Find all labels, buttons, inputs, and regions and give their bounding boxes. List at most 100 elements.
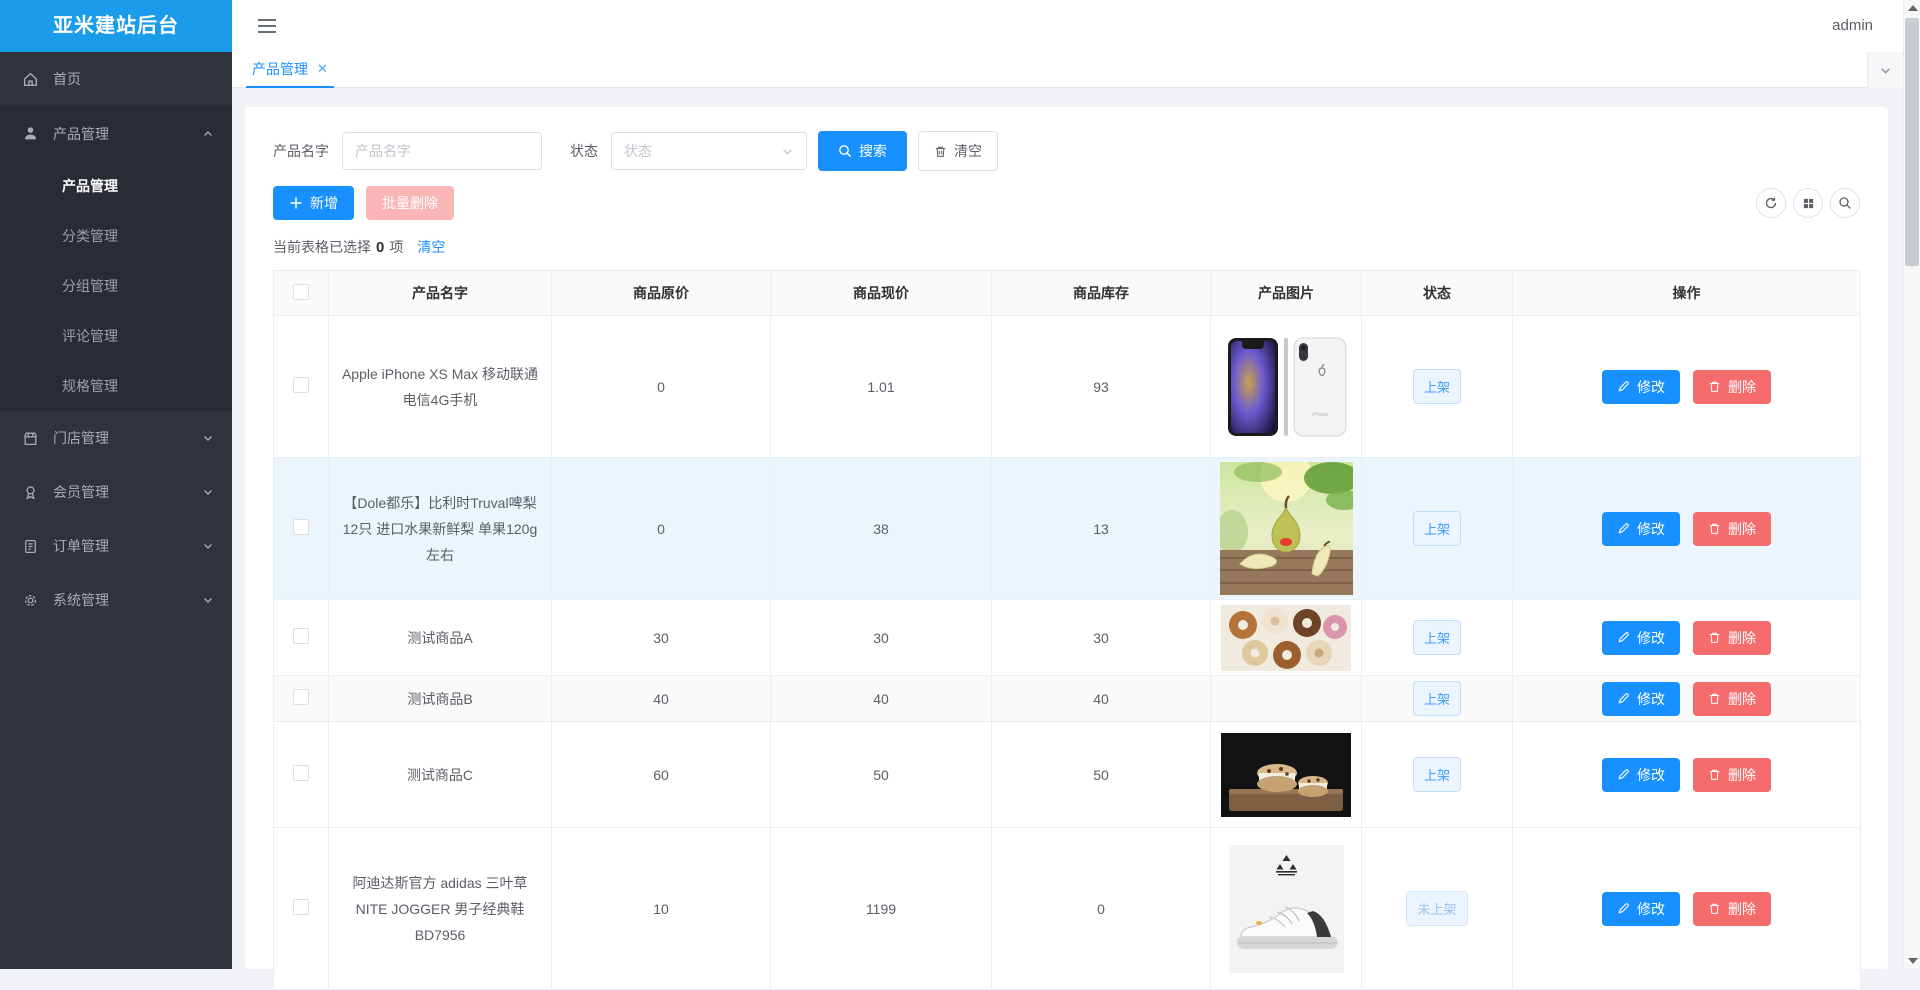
edit-icon [1617,902,1630,915]
sidebar: 亚米建站后台 首页 产品管理 产品管理 分类管理 分组管理 评论管理 规格管理 … [0,0,232,969]
shop-icon [22,430,39,447]
row-checkbox[interactable] [293,377,309,393]
sidebar-item-member-management[interactable]: 会员管理 [0,465,232,519]
delete-button-label: 删除 [1728,628,1756,648]
row-checkbox[interactable] [293,628,309,644]
stock: 50 [992,722,1211,828]
edit-icon [1617,631,1630,644]
sidebar-subitem-spec-management[interactable]: 规格管理 [0,361,232,411]
edit-button-label: 修改 [1637,765,1665,785]
sidebar-item-system-management[interactable]: 系统管理 [0,573,232,627]
product-name: Apple iPhone XS Max 移动联通电信4G手机 [329,316,552,458]
original-price: 10 [552,828,771,990]
edit-button[interactable]: 修改 [1602,682,1680,716]
delete-button[interactable]: 删除 [1693,758,1771,792]
density-grid-icon[interactable] [1793,188,1823,218]
edit-button[interactable]: 修改 [1602,758,1680,792]
product-image-empty [1211,676,1362,722]
edit-button[interactable]: 修改 [1602,892,1680,926]
col-header-original-price: 商品原价 [552,271,771,316]
product-image-sneaker [1219,845,1353,973]
tab-label: 产品管理 [252,59,308,79]
edit-button[interactable]: 修改 [1602,621,1680,655]
edit-button-label: 修改 [1637,377,1665,397]
product-name: 测试商品B [329,676,552,722]
edit-button[interactable]: 修改 [1602,370,1680,404]
edit-button-label: 修改 [1637,628,1665,648]
add-button[interactable]: 新增 [273,186,354,220]
sidebar-subitem-comment-management[interactable]: 评论管理 [0,311,232,361]
status-badge: 未上架 [1406,891,1467,926]
system-icon [22,592,39,609]
chevron-down-icon [781,145,794,158]
chevron-down-icon [202,486,214,498]
scrollbar-thumb[interactable] [1905,18,1919,266]
sidebar-item-store-management[interactable]: 门店管理 [0,411,232,465]
user-menu[interactable]: admin [1832,0,1873,52]
product-image-iphone-pair: iPhone [1219,332,1353,442]
chevron-down-icon [202,432,214,444]
table-header-row: 产品名字 商品原价 商品现价 商品库存 产品图片 状态 操作 [274,271,1861,316]
original-price: 0 [552,316,771,458]
search-button-label: 搜索 [859,141,887,161]
col-header-image: 产品图片 [1211,271,1362,316]
delete-button-label: 删除 [1728,765,1756,785]
sidebar-item-label: 门店管理 [53,428,202,448]
product-name: 【Dole都乐】比利时Truval啤梨12只 进口水果新鲜梨 单果120g左右 [329,458,552,600]
stock: 93 [992,316,1211,458]
row-checkbox[interactable] [293,519,309,535]
select-all-checkbox[interactable] [293,284,309,300]
sidebar-subitem-product-management[interactable]: 产品管理 [0,161,232,211]
row-checkbox[interactable] [293,765,309,781]
close-icon[interactable]: ✕ [317,61,328,77]
delete-icon [1708,692,1721,705]
product-image-cookies [1219,733,1353,817]
vertical-scrollbar[interactable] [1903,0,1920,969]
sidebar-item-home[interactable]: 首页 [0,52,232,106]
sidebar-item-order-management[interactable]: 订单管理 [0,519,232,573]
sidebar-subitem-group-management[interactable]: 分组管理 [0,261,232,311]
tab-product-management[interactable]: 产品管理 ✕ [246,52,334,88]
app-logo: 亚米建站后台 [0,0,232,52]
selection-clear-link[interactable]: 清空 [417,237,445,257]
sidebar-subitem-label: 产品管理 [62,176,118,196]
sidebar-item-label: 订单管理 [53,536,202,556]
delete-button[interactable]: 删除 [1693,512,1771,546]
sidebar-item-product-management[interactable]: 产品管理 [0,106,232,161]
selection-count: 0 [376,239,384,256]
hamburger-menu-icon[interactable] [256,15,278,37]
delete-button[interactable]: 删除 [1693,892,1771,926]
row-checkbox[interactable] [293,689,309,705]
toolbar-row: 新增 批量删除 [273,186,1860,220]
product-name-input[interactable] [342,132,542,170]
product-table: 产品名字 商品原价 商品现价 商品库存 产品图片 状态 操作 Apple iPh… [273,270,1861,990]
refresh-icon[interactable] [1756,188,1786,218]
product-name: 测试商品C [329,722,552,828]
clear-button-label: 清空 [954,141,982,161]
clear-button[interactable]: 清空 [918,131,998,171]
batch-delete-button[interactable]: 批量删除 [366,186,454,220]
status-select[interactable]: 状态 [611,132,807,170]
sidebar-subitem-category-management[interactable]: 分类管理 [0,211,232,261]
delete-button[interactable]: 删除 [1693,370,1771,404]
edit-button[interactable]: 修改 [1602,512,1680,546]
selection-suffix: 项 [389,237,403,257]
delete-button-label: 删除 [1728,519,1756,539]
svg-text:iPhone: iPhone [1312,412,1328,418]
search-button[interactable]: 搜索 [818,131,907,171]
chevron-down-icon [202,594,214,606]
sidebar-item-label: 系统管理 [53,590,202,610]
product-image-donuts [1219,605,1353,671]
delete-button[interactable]: 删除 [1693,682,1771,716]
zoom-search-icon[interactable] [1830,188,1860,218]
trash-icon [934,145,947,158]
scroll-down-arrow-icon[interactable] [1908,958,1918,964]
delete-icon [1708,522,1721,535]
chevron-down-icon [202,540,214,552]
sidebar-item-label: 会员管理 [53,482,202,502]
row-checkbox[interactable] [293,899,309,915]
scroll-up-arrow-icon[interactable] [1908,5,1918,11]
plus-icon [289,196,303,210]
tab-list-dropdown[interactable] [1867,52,1903,88]
delete-button[interactable]: 删除 [1693,621,1771,655]
